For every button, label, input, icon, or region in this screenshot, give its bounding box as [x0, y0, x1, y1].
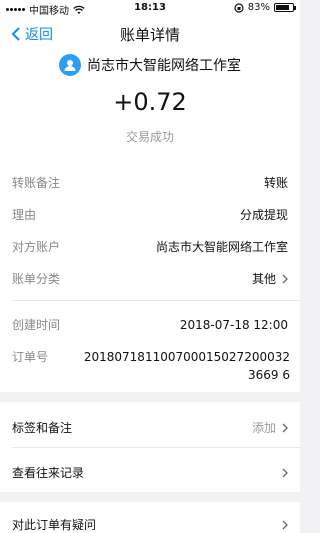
detail-label: 账单分类: [12, 272, 61, 286]
transaction-status: 交易成功: [125, 130, 174, 144]
detail-label: 对方账户: [12, 240, 61, 254]
merchant: 尚志市大智能网络工作室: [0, 54, 300, 76]
tags-label: 标签和备注: [12, 421, 73, 435]
detail-row-created: 创建时间 2018-07-18 12:00: [12, 316, 288, 333]
detail-row-remark: 转账备注 转账: [12, 174, 288, 191]
detail-label: 创建时间: [12, 318, 61, 332]
order-number-value: 2018071811007000150272000323669 6: [83, 350, 290, 382]
battery-percent: 83%: [247, 2, 270, 13]
history-row[interactable]: 查看往来记录: [12, 464, 288, 481]
tags-and-notes-row[interactable]: 标签和备注 添加: [12, 419, 288, 436]
order-number-label: 订单号: [12, 350, 49, 364]
detail-value: 尚志市大智能网络工作室: [155, 240, 288, 254]
divider: [12, 447, 300, 448]
detail-value: 转账: [263, 176, 288, 190]
nav-bar: 返回 账单详情: [0, 16, 300, 50]
question-row[interactable]: 对此订单有疑问: [12, 516, 288, 533]
avatar: [59, 54, 81, 76]
question-label: 对此订单有疑问: [12, 518, 97, 532]
history-label: 查看往来记录: [12, 466, 85, 480]
actions-panel: 标签和备注 添加 查看往来记录: [0, 402, 300, 492]
transaction-header: 尚志市大智能网络工作室 +0.72 交易成功: [0, 50, 300, 160]
detail-row-reason: 理由 分成提现: [12, 206, 288, 223]
chevron-right-icon: [282, 520, 288, 529]
chevron-right-icon: [282, 468, 288, 477]
add-tag-action: 添加: [251, 421, 276, 435]
detail-value: 2018-07-18 12:00: [179, 317, 288, 332]
divider: [12, 300, 300, 301]
chevron-right-icon: [282, 274, 288, 283]
page-title: 账单详情: [119, 26, 180, 44]
support-panel: 对此订单有疑问: [0, 502, 300, 533]
detail-row-counterparty: 对方账户 尚志市大智能网络工作室: [12, 238, 288, 255]
details-panel: 转账备注 转账 理由 分成提现 对方账户 尚志市大智能网络工作室 账单分类 其他…: [0, 160, 300, 392]
detail-label: 理由: [12, 208, 37, 222]
status-right: 83%: [234, 2, 296, 13]
category-value: 其他: [251, 272, 276, 286]
status-bar: 中国移动 18:13 83%: [0, 0, 300, 17]
user-icon: [64, 60, 76, 71]
chevron-right-icon: [282, 423, 288, 432]
battery-icon: [274, 3, 296, 12]
battery-fill: [276, 5, 290, 10]
detail-value: 分成提现: [239, 208, 288, 222]
rotation-lock-icon: [234, 2, 244, 13]
amount: +0.72: [113, 88, 187, 116]
merchant-name: 尚志市大智能网络工作室: [87, 58, 241, 74]
detail-row-category[interactable]: 账单分类 其他: [12, 270, 288, 287]
detail-label: 转账备注: [12, 176, 61, 190]
